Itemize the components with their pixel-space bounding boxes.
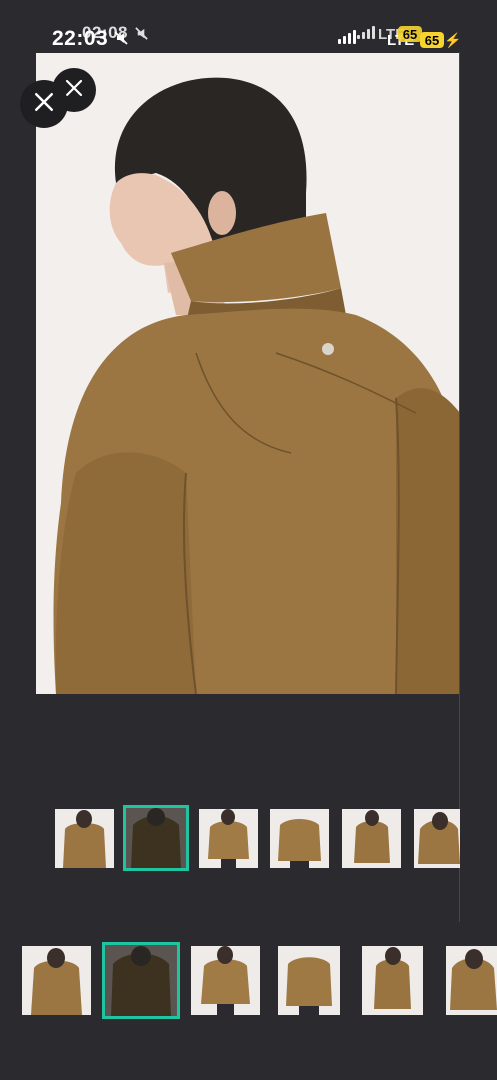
battery-indicator: 65 xyxy=(420,32,444,48)
battery-indicator-ghost: 65 xyxy=(398,26,422,42)
mute-icon xyxy=(113,30,129,50)
mute-icon-ghost xyxy=(134,26,149,45)
thumbnail-4[interactable] xyxy=(278,946,340,1015)
thumbnail-4[interactable] xyxy=(270,809,329,868)
close-icon xyxy=(34,92,54,117)
close-button[interactable] xyxy=(20,80,68,128)
product-photo[interactable] xyxy=(36,53,460,694)
thumbnail-1[interactable] xyxy=(22,946,91,1015)
thumbnail-5[interactable] xyxy=(362,946,423,1015)
thumbnail-2-selected[interactable] xyxy=(123,805,189,871)
thumbnail-1[interactable] xyxy=(55,809,114,868)
thumbnail-3[interactable] xyxy=(199,809,258,868)
thumbnail-6[interactable] xyxy=(414,809,460,868)
charging-icon: ⚡ xyxy=(444,32,462,48)
thumbnail-5[interactable] xyxy=(342,809,401,868)
signal-icon-ghost xyxy=(357,26,375,39)
signal-icon xyxy=(338,30,356,44)
close-icon xyxy=(65,79,83,102)
thumbnail-2-selected[interactable] xyxy=(102,942,180,1019)
thumbnail-6[interactable] xyxy=(446,946,497,1015)
status-time: 22:03 xyxy=(52,27,109,50)
panel-divider xyxy=(459,52,460,922)
thumbnail-3[interactable] xyxy=(191,946,260,1015)
status-bar: 02:08 22:03 LTE LTE 65 65 ⚡ xyxy=(0,0,497,52)
